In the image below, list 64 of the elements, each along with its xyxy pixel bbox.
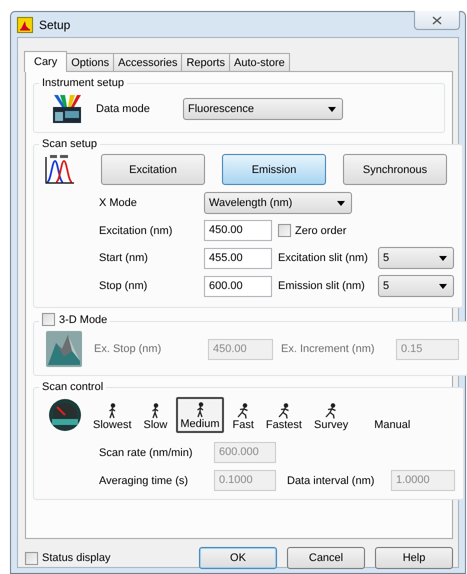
field-label: Ex. Stop (nm) [94, 343, 162, 355]
checkbox-label: Zero order [295, 224, 346, 236]
field-label: Start (nm) [99, 252, 149, 264]
running-figure-icon [237, 403, 250, 419]
field-label: Excitation (nm) [99, 224, 174, 236]
scan-speed-button[interactable]: Survey [310, 397, 352, 433]
dropdown-arrow-icon [439, 256, 447, 260]
walking-figure-icon [107, 403, 118, 419]
scan-speed-button[interactable]: Fastest [262, 397, 305, 433]
close-icon [432, 16, 442, 24]
dropdown-arrow-icon [328, 106, 336, 112]
scan-speed-button[interactable]: Slowest [90, 397, 135, 433]
group-title: Scan control [42, 381, 104, 393]
dropdown[interactable]: Wavelength (nm) [204, 192, 352, 214]
mountain-icon [46, 331, 82, 367]
dialog-button[interactable]: Help [375, 547, 453, 569]
tab[interactable]: Reports [181, 53, 230, 71]
field-label: Averaging time (s) [99, 474, 190, 486]
field-label: Scan rate (nm/min) [99, 446, 194, 458]
running-figure-icon [278, 403, 290, 419]
field-label: Data interval (nm) [287, 474, 376, 486]
field-label: Emission slit (nm) [278, 280, 366, 292]
spectrum-peaks-icon [44, 154, 76, 184]
dropdown-arrow-icon [439, 284, 447, 288]
instrument-icon [50, 93, 84, 125]
scan-speed-button[interactable]: Medium [176, 397, 224, 433]
walking-figure-icon [194, 402, 205, 418]
field-label: Stop (nm) [99, 280, 148, 292]
field-label: Data mode [96, 103, 151, 115]
tab[interactable]: Accessories [113, 53, 182, 71]
speedometer-icon [48, 398, 82, 432]
scan-mode-button[interactable]: Emission [222, 154, 326, 185]
input-field[interactable]: 600.00 [204, 276, 272, 296]
close-button[interactable] [414, 11, 460, 30]
dialog-button[interactable]: Cancel [287, 547, 365, 569]
app-icon [17, 16, 33, 32]
scan-mode-button[interactable]: Synchronous [343, 154, 447, 185]
checkbox-label: Status display [42, 552, 110, 564]
dropdown[interactable]: 5 [378, 275, 454, 297]
scan-speed-button[interactable]: Manual [371, 397, 414, 433]
dropdown-arrow-icon [337, 200, 345, 206]
dialog-button[interactable]: OK [199, 547, 277, 569]
input-field[interactable]: 450.00 [204, 220, 272, 241]
tab[interactable]: Auto-store [228, 53, 290, 71]
checkbox[interactable] [42, 313, 55, 326]
field-label: X Mode [99, 197, 138, 209]
scan-mode-button[interactable]: Excitation [101, 154, 205, 185]
scan-speed-button[interactable]: Fast [230, 397, 257, 433]
tab[interactable]: Cary [24, 51, 68, 72]
running-figure-icon [325, 403, 338, 419]
tab[interactable]: Options [66, 53, 114, 71]
group-title: Scan setup [42, 138, 98, 150]
input-field[interactable]: 455.00 [204, 248, 272, 268]
window-title: Setup [39, 18, 70, 32]
scan-speed-button[interactable]: Slow [140, 397, 170, 433]
checkbox[interactable] [278, 224, 291, 237]
field-label: Ex. Increment (nm) [281, 343, 376, 355]
checkbox[interactable] [25, 552, 38, 564]
walking-figure-icon [150, 403, 160, 419]
field-label: Excitation slit (nm) [278, 252, 369, 264]
dropdown[interactable]: 5 [378, 247, 454, 269]
dropdown[interactable]: Fluorescence [183, 98, 343, 120]
checkbox-label: 3-D Mode [59, 314, 108, 326]
group-title: Instrument setup [42, 77, 124, 89]
